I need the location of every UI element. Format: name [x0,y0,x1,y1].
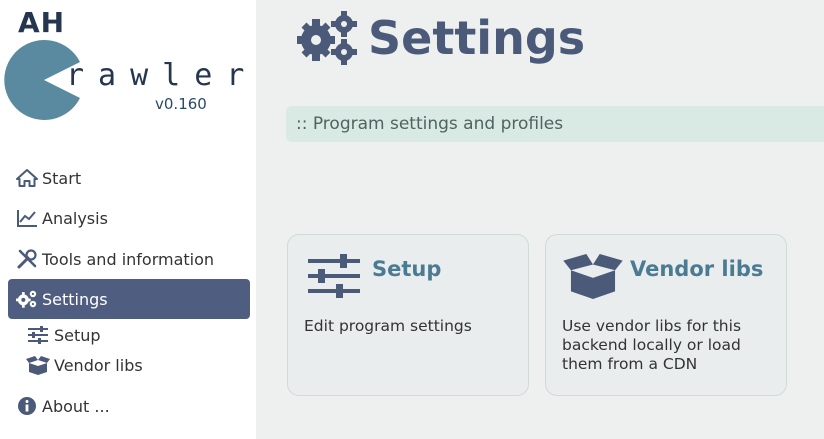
vendor-libs-card-title: Vendor libs [630,257,764,281]
box-open-icon [563,253,623,299]
app-logo[interactable]: AH rawler v0.160 [0,0,256,140]
gears-icon [16,288,38,310]
sidebar-item-start[interactable]: Start [8,158,250,198]
page-title-text: Settings [368,11,586,65]
sidebar-item-analysis[interactable]: Analysis [8,198,250,238]
setup-card-description: Edit program settings [304,317,472,335]
page-title: Settings [296,10,585,66]
sidebar-item-about[interactable]: About ... [8,386,250,426]
sidebar-item-label: Analysis [42,208,108,228]
gears-icon [297,11,357,65]
box-open-icon [26,355,50,375]
chart-line-icon [16,207,38,229]
sliders-icon [26,325,50,345]
sidebar-subitem-label: Setup [54,325,101,345]
info-icon [16,395,38,417]
sliders-icon [308,254,360,298]
home-icon [16,167,38,189]
vendor-libs-card[interactable]: Vendor libs Use vendor libs for this bac… [545,234,787,396]
setup-card[interactable]: Setup Edit program settings [287,234,529,396]
sidebar-item-label: About ... [42,396,110,416]
tools-icon [16,248,38,270]
setup-card-title: Setup [372,257,442,281]
sidebar-subitem-label: Vendor libs [54,355,143,375]
sidebar-item-settings[interactable]: Settings [8,279,250,319]
main-content: Settings :: Program settings and profile… [256,0,824,439]
sidebar-item-label: Settings [42,289,108,309]
logo-crawler-text: rawler [66,58,259,93]
sidebar: AH rawler v0.160 Start Analysis Tools an… [0,0,256,439]
sidebar-item-label: Tools and information [42,249,215,269]
logo-ah-text: AH [18,6,66,39]
vendor-libs-card-description: Use vendor libs for this backend locally… [562,317,742,373]
sidebar-item-tools[interactable]: Tools and information [8,239,250,279]
page-subtitle: :: Program settings and profiles [286,106,824,142]
sidebar-subitem-vendor-libs[interactable]: Vendor libs [26,351,143,379]
app-version: v0.160 [155,95,207,113]
sidebar-item-label: Start [42,168,82,188]
sidebar-subitem-setup[interactable]: Setup [26,321,101,349]
